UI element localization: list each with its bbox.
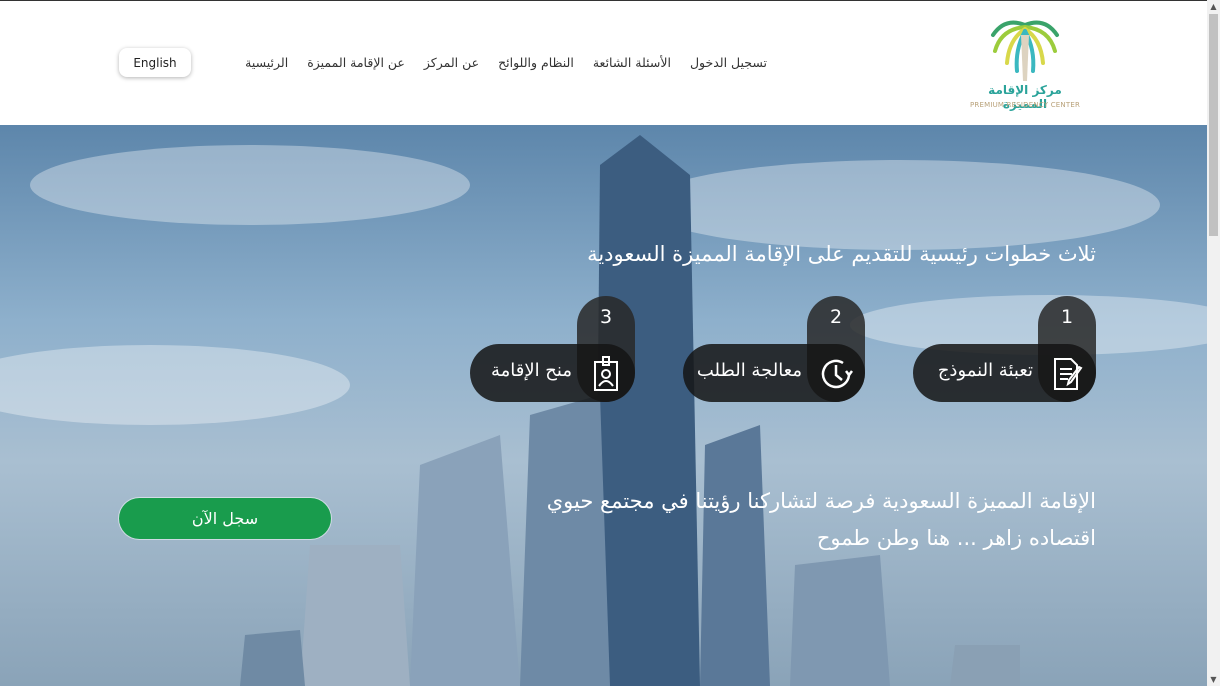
step-label: معالجة الطلب [696,360,802,381]
scrollbar[interactable]: ▲ ▼ [1207,0,1220,686]
header: مركز الإقامة المميزة PREMIUM RESIDENCY C… [0,0,1207,125]
nav-faq[interactable]: الأسئلة الشائعة [593,55,671,70]
logo[interactable]: مركز الإقامة المميزة PREMIUM RESIDENCY C… [965,15,1085,115]
nav-home[interactable]: الرئيسية [245,55,288,70]
tagline: الإقامة المميزة السعودية فرصة لتشاركنا ر… [547,483,1096,557]
palm-tree-icon [991,20,1059,81]
nav-about-center[interactable]: عن المركز [424,55,479,70]
tagline-line-2: اقتصاده زاهر ... هنا وطن طموح [816,526,1096,550]
scroll-up-arrow-icon[interactable]: ▲ [1207,0,1220,13]
register-now-button[interactable]: سجل الآن [119,498,331,539]
main-nav: الرئيسية عن الإقامة المميزة عن المركز ال… [245,55,767,70]
scrollbar-thumb[interactable] [1209,14,1218,236]
hero-section: ثلاث خطوات رئيسية للتقديم على الإقامة ال… [0,125,1207,686]
scroll-down-arrow-icon[interactable]: ▼ [1207,673,1220,686]
nav-login[interactable]: تسجيل الدخول [690,55,767,70]
nav-regulations[interactable]: النظام واللوائح [498,55,574,70]
tagline-line-1: الإقامة المميزة السعودية فرصة لتشاركنا ر… [546,489,1096,513]
form-edit-icon [1054,358,1083,390]
step-label: تعبئة النموذج [937,360,1033,381]
logo-text-en: PREMIUM RESIDENCY CENTER [969,101,1081,109]
step-label: منح الإقامة [490,360,572,381]
clock-icon [821,359,853,389]
steps-title: ثلاث خطوات رئيسية للتقديم على الإقامة ال… [587,242,1096,266]
id-badge-icon [594,356,618,391]
nav-about-residency[interactable]: عن الإقامة المميزة [307,55,405,70]
language-button[interactable]: English [119,48,191,77]
city-skyline-background [0,135,1207,686]
